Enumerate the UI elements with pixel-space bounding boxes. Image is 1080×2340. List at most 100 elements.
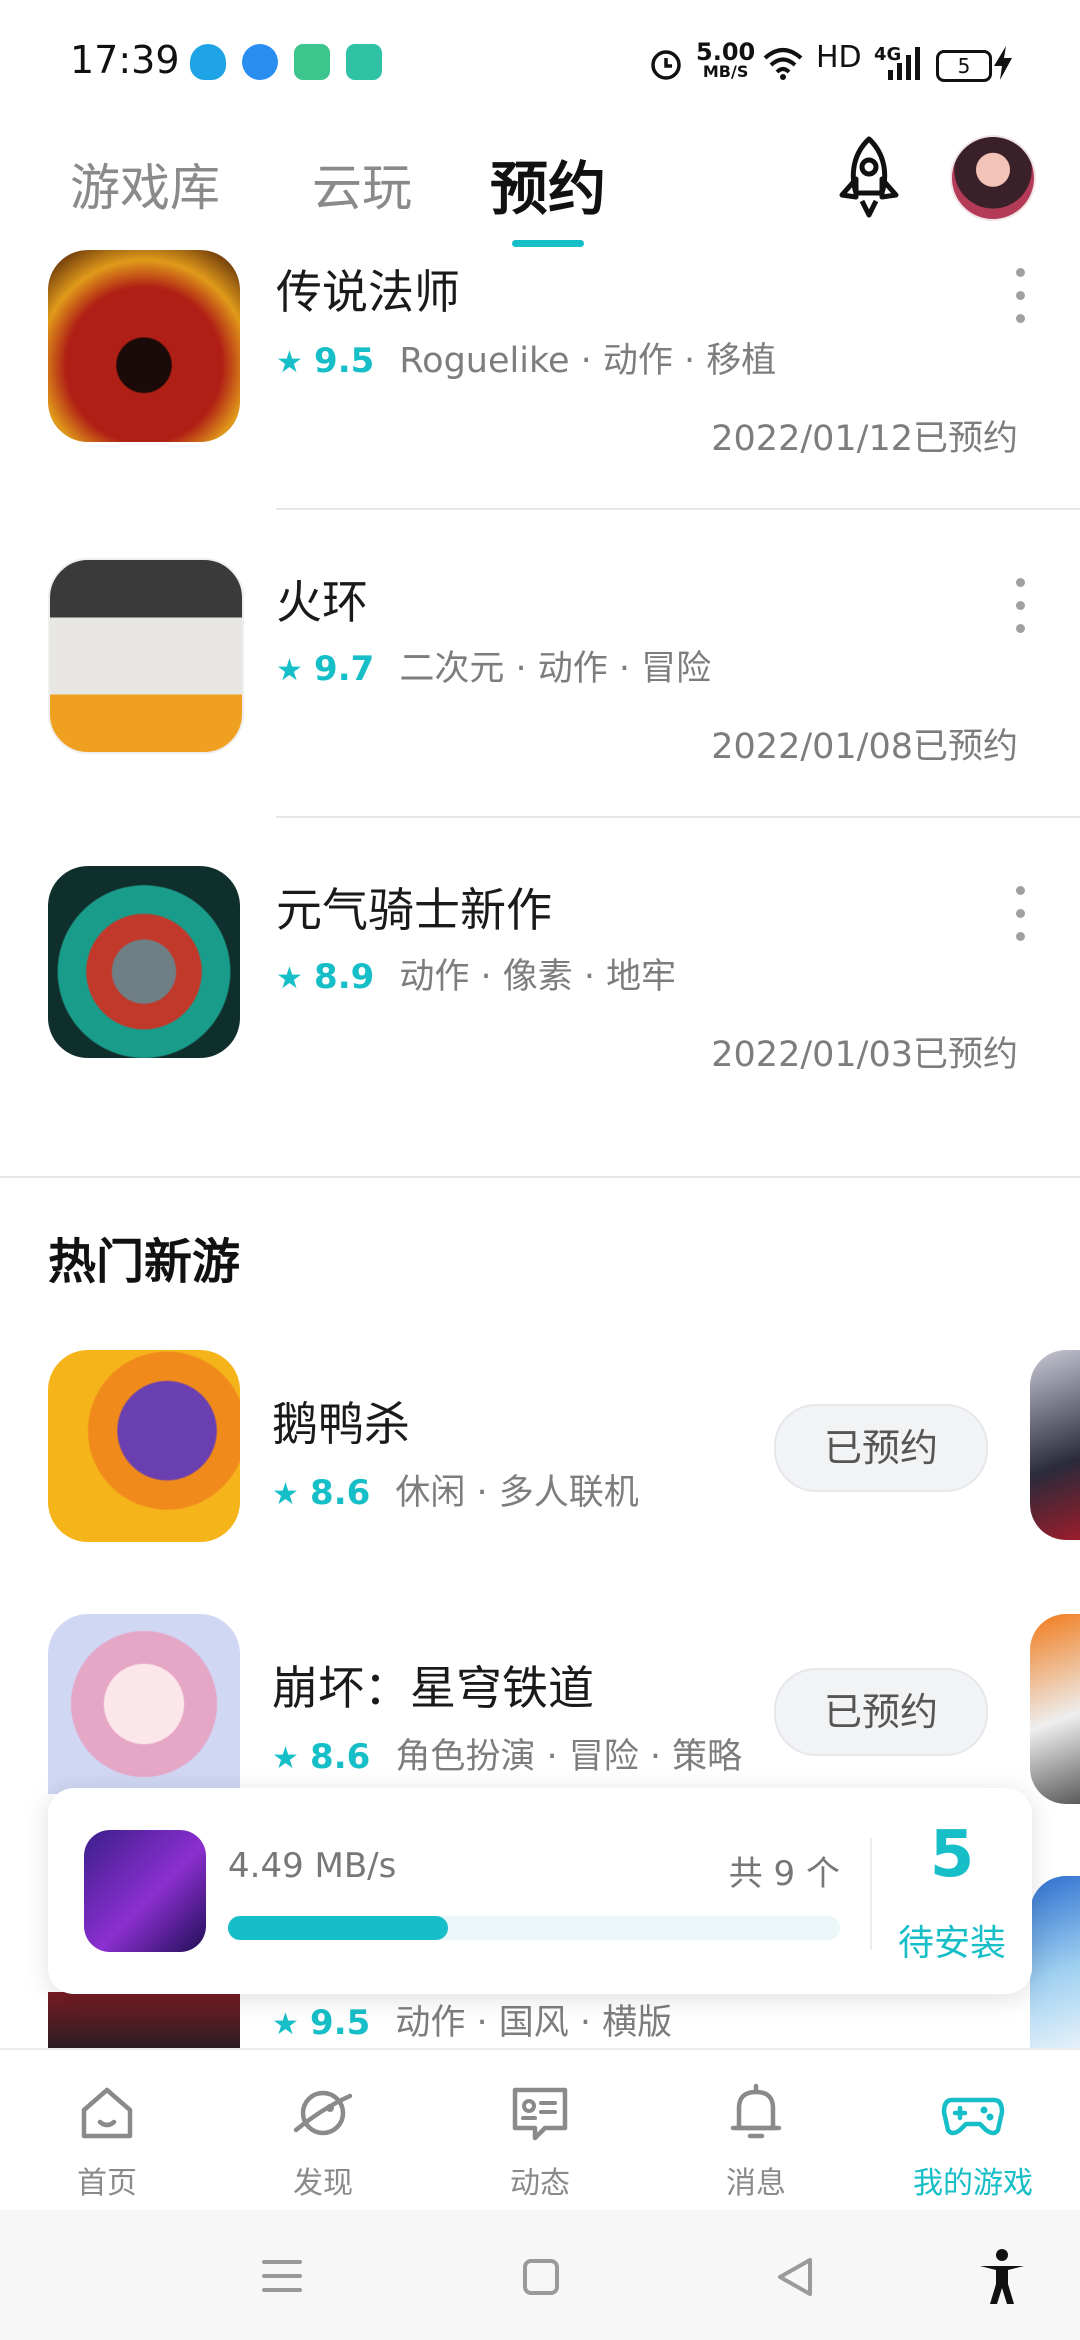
nav-feed[interactable]: 动态 bbox=[465, 2078, 615, 2202]
game-icon-soul-knight[interactable] bbox=[48, 866, 240, 1058]
status-bar: 17:39 5.00 MB/S HD 4G 5 bbox=[0, 0, 1080, 130]
download-speed: 4.49 MB/s bbox=[228, 1846, 397, 1886]
game-tags: 动作 · 国风 · 横版 bbox=[395, 2003, 673, 2043]
net-speed-unit: MB/S bbox=[702, 62, 749, 81]
star-icon: ★ bbox=[276, 961, 303, 996]
game-icon-goose-goose-duck[interactable] bbox=[48, 1350, 240, 1542]
section-title: 热门新游 bbox=[48, 1234, 241, 1290]
game-meta: ★ 8.6 角色扮演 · 冒险 · 策略 bbox=[272, 1728, 742, 1779]
more-options-icon[interactable] bbox=[1010, 268, 1030, 338]
reserved-button[interactable]: 已预约 bbox=[774, 1404, 988, 1492]
game-tags: 动作 · 像素 · 地牢 bbox=[399, 957, 677, 997]
game-score: 8.9 bbox=[314, 957, 375, 997]
game-meta: ★ 8.6 休闲 · 多人联机 bbox=[272, 1464, 639, 1515]
game-tags: 二次元 · 动作 · 冒险 bbox=[399, 649, 712, 689]
nav-discover[interactable]: 发现 bbox=[248, 2078, 398, 2202]
battery-level: 5 bbox=[957, 54, 971, 78]
section-divider bbox=[0, 1176, 1080, 1178]
net-speed: 5.00 MB/S bbox=[696, 40, 755, 80]
signal-icon bbox=[888, 47, 920, 80]
game-title[interactable]: 传说法师 bbox=[276, 256, 460, 322]
download-progress-fill bbox=[228, 1916, 449, 1940]
star-icon: ★ bbox=[276, 653, 303, 688]
game-meta: ★ 9.5 Roguelike · 动作 · 移植 bbox=[276, 332, 776, 383]
game-meta: ★ 9.7 二次元 · 动作 · 冒险 bbox=[276, 640, 711, 691]
nav-label: 发现 bbox=[293, 2166, 353, 2201]
more-options-icon[interactable] bbox=[1010, 886, 1030, 956]
avatar[interactable] bbox=[950, 135, 1036, 221]
pending-install-count[interactable]: 5 bbox=[872, 1818, 1032, 1892]
game-meta: ★ 8.9 动作 · 像素 · 地牢 bbox=[276, 948, 676, 999]
tab-game-library[interactable]: 游戏库 bbox=[70, 148, 220, 220]
browser-icon bbox=[242, 44, 278, 80]
message-app-icon bbox=[346, 44, 382, 80]
game-icon-fire-ring[interactable] bbox=[48, 558, 244, 754]
nav-label: 消息 bbox=[726, 2166, 786, 2201]
divider bbox=[276, 816, 1080, 818]
game-meta: ★ 9.5 动作 · 国风 · 横版 bbox=[272, 1994, 672, 2045]
game-title[interactable]: 崩坏：星穹铁道 bbox=[272, 1652, 594, 1718]
back-icon[interactable] bbox=[776, 2256, 814, 2298]
game-tags: 休闲 · 多人联机 bbox=[395, 1473, 639, 1513]
game-title[interactable]: 火环 bbox=[276, 566, 368, 632]
gamepad-icon bbox=[941, 2097, 1005, 2136]
nav-my-games[interactable]: 我的游戏 bbox=[898, 2078, 1048, 2202]
chat-icon bbox=[512, 2087, 568, 2141]
net-speed-value: 5.00 bbox=[696, 38, 756, 66]
nav-label: 我的游戏 bbox=[913, 2166, 1033, 2201]
menu-icon[interactable] bbox=[262, 2258, 302, 2294]
wifi-icon bbox=[763, 48, 803, 80]
download-total: 共 9 个 bbox=[728, 1854, 840, 1894]
download-card[interactable]: 4.49 MB/s 共 9 个 5 待安装 bbox=[48, 1788, 1032, 1994]
downloading-game-icon bbox=[84, 1830, 206, 1952]
game-tags: 角色扮演 · 冒险 · 策略 bbox=[395, 1737, 743, 1777]
banner-peek[interactable] bbox=[1030, 1614, 1080, 1804]
nav-label: 首页 bbox=[77, 2166, 137, 2201]
charging-icon bbox=[994, 46, 1012, 80]
game-tags: Roguelike · 动作 · 移植 bbox=[399, 341, 777, 381]
game-score: 8.6 bbox=[310, 1473, 371, 1513]
star-icon: ★ bbox=[276, 345, 303, 380]
phone-app-icon bbox=[294, 44, 330, 80]
nav-messages[interactable]: 消息 bbox=[681, 2078, 831, 2202]
star-icon: ★ bbox=[272, 2007, 299, 2042]
pending-install-label[interactable]: 待安装 bbox=[872, 1914, 1032, 1966]
reserve-date: 2022/01/08已预约 bbox=[711, 727, 1018, 767]
rocket-icon[interactable] bbox=[832, 135, 906, 221]
banner-peek[interactable] bbox=[1030, 1876, 1080, 2048]
nav-label: 动态 bbox=[510, 2166, 570, 2201]
banner-peek[interactable] bbox=[1030, 1350, 1080, 1540]
home-icon bbox=[81, 2087, 133, 2139]
game-icon-honkai-star-rail[interactable] bbox=[48, 1614, 240, 1794]
bottom-nav: 首页 发现 动态 消息 我的游戏 bbox=[0, 2048, 1080, 2212]
system-nav-bar bbox=[0, 2210, 1080, 2340]
reserve-date: 2022/01/03已预约 bbox=[711, 1035, 1018, 1075]
planet-icon bbox=[293, 2090, 353, 2136]
star-icon: ★ bbox=[272, 1477, 299, 1512]
status-time: 17:39 bbox=[70, 38, 180, 82]
game-icon-legend-mage[interactable] bbox=[48, 250, 240, 442]
qq-icon bbox=[190, 44, 226, 80]
reserve-date: 2022/01/12已预约 bbox=[711, 419, 1018, 459]
more-options-icon[interactable] bbox=[1010, 578, 1030, 648]
tab-cloud-play[interactable]: 云玩 bbox=[312, 148, 412, 220]
game-score: 8.6 bbox=[310, 1737, 371, 1777]
game-score: 9.5 bbox=[314, 341, 375, 381]
star-icon: ★ bbox=[272, 1741, 299, 1776]
tab-active-indicator bbox=[512, 240, 584, 247]
home-square-icon[interactable] bbox=[522, 2258, 560, 2296]
nav-home[interactable]: 首页 bbox=[32, 2078, 182, 2202]
network-type: HD bbox=[816, 40, 862, 75]
battery-icon: 5 bbox=[936, 50, 992, 82]
tab-reservation[interactable]: 预约 bbox=[490, 142, 606, 226]
game-icon-third[interactable] bbox=[48, 1992, 240, 2048]
game-score: 9.7 bbox=[314, 649, 375, 689]
game-score: 9.5 bbox=[310, 2003, 371, 2043]
accessibility-icon[interactable] bbox=[978, 2248, 1026, 2306]
divider bbox=[276, 508, 1080, 510]
bell-icon bbox=[730, 2083, 782, 2139]
download-progress-track bbox=[228, 1916, 840, 1940]
game-title[interactable]: 元气骑士新作 bbox=[276, 874, 552, 940]
game-title[interactable]: 鹅鸭杀 bbox=[272, 1388, 410, 1454]
reserved-button[interactable]: 已预约 bbox=[774, 1668, 988, 1756]
